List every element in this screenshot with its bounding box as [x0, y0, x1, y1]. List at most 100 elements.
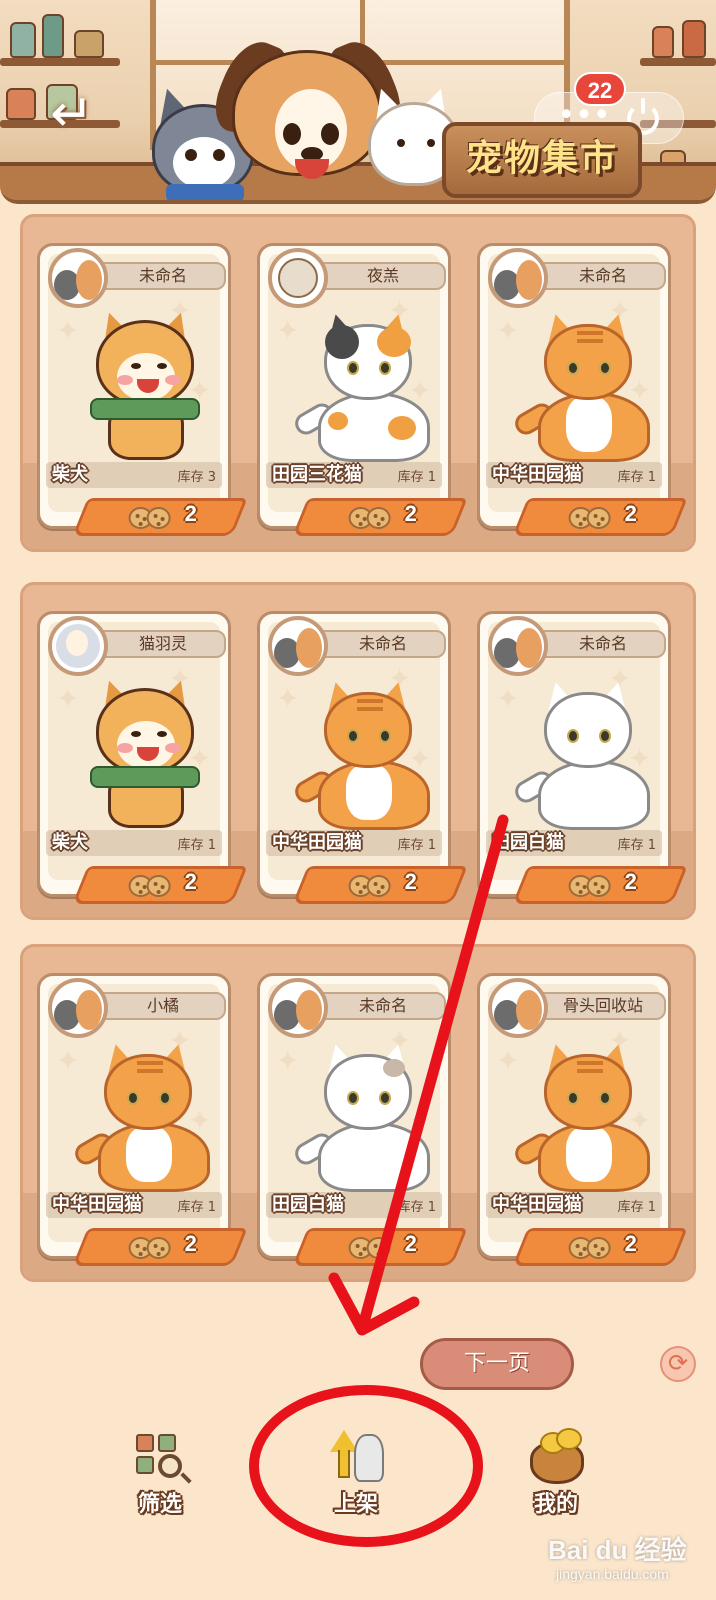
pet-card[interactable]: ✦ ✦ ✦ 未命名 中华田园猫 库存 1 2 [477, 243, 688, 536]
pet-name: 中华田园猫 [52, 1194, 142, 1215]
pet-price: 2 [404, 501, 417, 526]
pet-image [78, 307, 210, 462]
shelf-row: ✦ ✦ ✦ 未命名 柴犬 库存 3 2 ✦ ✦ ✦ 夜羔 田园三花猫 库存 1 … [20, 214, 696, 552]
owner-name: 小橘 [100, 992, 226, 1020]
pet-name: 中华田园猫 [272, 832, 362, 853]
pet-price: 2 [184, 501, 197, 526]
pet-info-bar: 中华田园猫 库存 1 [486, 462, 662, 488]
cookie-icon [146, 875, 171, 897]
owner-avatar[interactable] [48, 978, 108, 1038]
filter-grid-icon [128, 1428, 192, 1484]
owner-avatar[interactable] [488, 978, 548, 1038]
cookie-icon [366, 1237, 391, 1259]
owner-name: 未命名 [540, 630, 666, 658]
pet-image [511, 678, 650, 830]
pet-info-bar: 田园白猫 库存 1 [266, 1192, 442, 1218]
coin-sack-icon [524, 1428, 588, 1484]
husky-scarf-icon [166, 184, 244, 200]
cookie-icon [366, 875, 391, 897]
price-tag[interactable]: 2 [512, 866, 688, 904]
shelf-row: ✦ ✦ ✦ 猫羽灵 柴犬 库存 1 2 ✦ ✦ ✦ 未命名 中华田园猫 库存 1… [20, 582, 696, 920]
pet-name: 中华田园猫 [492, 464, 582, 485]
cookie-icon [586, 507, 611, 529]
owner-name: 夜羔 [320, 262, 446, 290]
pet-stock: 库存 1 [397, 838, 436, 853]
pet-card[interactable]: ✦ ✦ ✦ 夜羔 田园三花猫 库存 1 2 [257, 243, 468, 536]
price-tag[interactable]: 2 [72, 1228, 248, 1266]
price-tag[interactable]: 2 [72, 498, 248, 536]
pet-name: 田园白猫 [272, 1194, 344, 1215]
price-tag[interactable]: 2 [512, 1228, 688, 1266]
pet-card[interactable]: ✦ ✦ ✦ 未命名 田园白猫 库存 1 2 [257, 973, 468, 1266]
pet-info-bar: 田园白猫 库存 1 [486, 830, 662, 856]
owner-avatar[interactable] [48, 248, 108, 308]
pet-image [71, 1040, 210, 1192]
owner-name: 骨头回收站 [540, 992, 666, 1020]
nav-list-pet[interactable]: 上架 [306, 1428, 406, 1518]
pet-name: 田园三花猫 [272, 464, 362, 485]
cookie-icon [146, 1237, 171, 1259]
pet-image [511, 310, 650, 462]
pet-info-bar: 中华田园猫 库存 1 [266, 830, 442, 856]
page-title: 宠物集市 [442, 122, 642, 198]
pet-info-bar: 柴犬 库存 3 [46, 462, 222, 488]
owner-name: 猫羽灵 [100, 630, 226, 658]
pet-card[interactable]: ✦ ✦ ✦ 未命名 柴犬 库存 3 2 [37, 243, 248, 536]
back-button[interactable]: ↵ [40, 88, 104, 144]
nav-mine[interactable]: 我的 [506, 1428, 606, 1518]
price-tag[interactable]: 2 [292, 498, 468, 536]
next-page-button[interactable]: 下一页 [420, 1338, 574, 1390]
pet-name: 柴犬 [52, 832, 88, 853]
annotation-arrow-head [328, 1272, 420, 1336]
pet-stock: 库存 1 [617, 838, 656, 853]
pet-card[interactable]: ✦ ✦ ✦ 未命名 田园白猫 库存 1 2 [477, 611, 688, 904]
price-tag[interactable]: 2 [512, 498, 688, 536]
pet-image [291, 678, 430, 830]
pet-card[interactable]: ✦ ✦ ✦ 骨头回收站 中华田园猫 库存 1 2 [477, 973, 688, 1266]
owner-avatar[interactable] [48, 616, 108, 676]
pet-card[interactable]: ✦ ✦ ✦ 未命名 中华田园猫 库存 1 2 [257, 611, 468, 904]
owner-avatar[interactable] [268, 978, 328, 1038]
back-arrow-icon: ↵ [50, 84, 94, 144]
refresh-icon[interactable]: ⟳ [660, 1346, 696, 1382]
owner-name: 未命名 [100, 262, 226, 290]
pet-image [511, 1040, 650, 1192]
price-tag[interactable]: 2 [292, 1228, 468, 1266]
pet-info-bar: 田园三花猫 库存 1 [266, 462, 442, 488]
pet-stock: 库存 1 [177, 838, 216, 853]
pet-info-bar: 中华田园猫 库存 1 [486, 1192, 662, 1218]
owner-name: 未命名 [320, 992, 446, 1020]
pet-price: 2 [624, 869, 637, 894]
price-tag[interactable]: 2 [72, 866, 248, 904]
nav-filter-label: 筛选 [137, 1492, 182, 1517]
owner-avatar[interactable] [488, 616, 548, 676]
cookie-icon [586, 875, 611, 897]
pet-stock: 库存 1 [617, 1200, 656, 1215]
pet-image [291, 1040, 430, 1192]
owner-avatar[interactable] [488, 248, 548, 308]
pet-info-bar: 中华田园猫 库存 1 [46, 1192, 222, 1218]
cookie-icon [146, 507, 171, 529]
watermark-brand: Bai du 经验 [548, 1535, 687, 1565]
owner-avatar[interactable] [268, 248, 328, 308]
price-tag[interactable]: 2 [292, 866, 468, 904]
owner-avatar[interactable] [268, 616, 328, 676]
pet-price: 2 [184, 869, 197, 894]
pet-stock: 库存 1 [397, 470, 436, 485]
pet-image [291, 310, 430, 462]
list-pet-icon [324, 1428, 388, 1484]
pet-price: 2 [184, 1231, 197, 1256]
pet-card[interactable]: ✦ ✦ ✦ 猫羽灵 柴犬 库存 1 2 [37, 611, 248, 904]
pet-name: 田园白猫 [492, 832, 564, 853]
pet-price: 2 [404, 1231, 417, 1256]
pet-card[interactable]: ✦ ✦ ✦ 小橘 中华田园猫 库存 1 2 [37, 973, 248, 1266]
shelf-row: ✦ ✦ ✦ 小橘 中华田园猫 库存 1 2 ✦ ✦ ✦ 未命名 田园白猫 库存 … [20, 944, 696, 1282]
pet-name: 柴犬 [52, 464, 88, 485]
owner-name: 未命名 [540, 262, 666, 290]
pet-image [78, 675, 210, 830]
pet-stock: 库存 3 [177, 470, 216, 485]
notification-badge: 22 [574, 72, 626, 106]
nav-filter[interactable]: 筛选 [110, 1428, 210, 1518]
cookie-icon [586, 1237, 611, 1259]
cookie-icon [366, 507, 391, 529]
